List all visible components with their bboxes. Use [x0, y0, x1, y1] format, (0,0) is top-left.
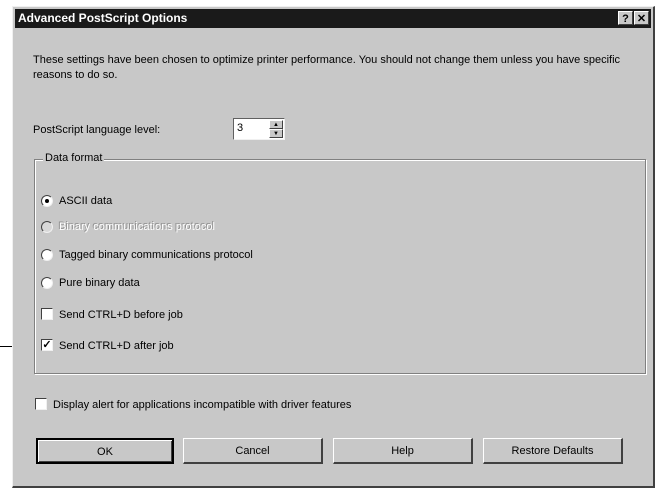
checkbox-label: Send CTRL+D after job [59, 340, 174, 352]
intro-text: These settings have been chosen to optim… [33, 54, 621, 81]
radio-button-icon [41, 221, 53, 233]
radio-label: Tagged binary communications protocol [59, 249, 253, 261]
language-level-spinner[interactable]: 3 ▲ ▼ [233, 118, 285, 140]
data-format-title: Data format [43, 152, 105, 164]
radio-label: Pure binary data [59, 277, 140, 289]
close-icon[interactable]: ✕ [634, 11, 649, 25]
help-button[interactable]: Help [333, 438, 473, 464]
restore-defaults-button[interactable]: Restore Defaults [483, 438, 623, 464]
ok-button[interactable]: OK [36, 438, 174, 464]
checkbox-checked-icon[interactable]: ✓ [41, 339, 53, 351]
language-level-label: PostScript language level: [33, 124, 161, 136]
dialog-title: Advanced PostScript Options [18, 11, 188, 25]
help-icon[interactable]: ? [618, 11, 633, 25]
spin-down-icon[interactable]: ▼ [269, 129, 283, 138]
checkbox-icon[interactable] [35, 398, 47, 410]
checkbox-icon[interactable] [41, 308, 53, 320]
radio-label: ASCII data [59, 195, 113, 207]
language-level-value[interactable]: 3 [237, 122, 243, 134]
checkbox-label: Send CTRL+D before job [59, 309, 183, 321]
advanced-postscript-options-dialog: Advanced PostScript Options ? ✕ These se… [12, 6, 655, 488]
radio-label: Binary communications protocol [59, 221, 215, 233]
spin-up-icon[interactable]: ▲ [269, 120, 283, 129]
radio-button-icon[interactable] [41, 249, 53, 261]
cancel-button[interactable]: Cancel [183, 438, 323, 464]
radio-button-icon[interactable] [41, 195, 53, 207]
spinner-buttons: ▲ ▼ [269, 120, 283, 138]
checkbox-label: Display alert for applications incompati… [53, 399, 352, 411]
title-bar: Advanced PostScript Options ? ✕ [15, 9, 651, 28]
radio-button-icon[interactable] [41, 277, 53, 289]
